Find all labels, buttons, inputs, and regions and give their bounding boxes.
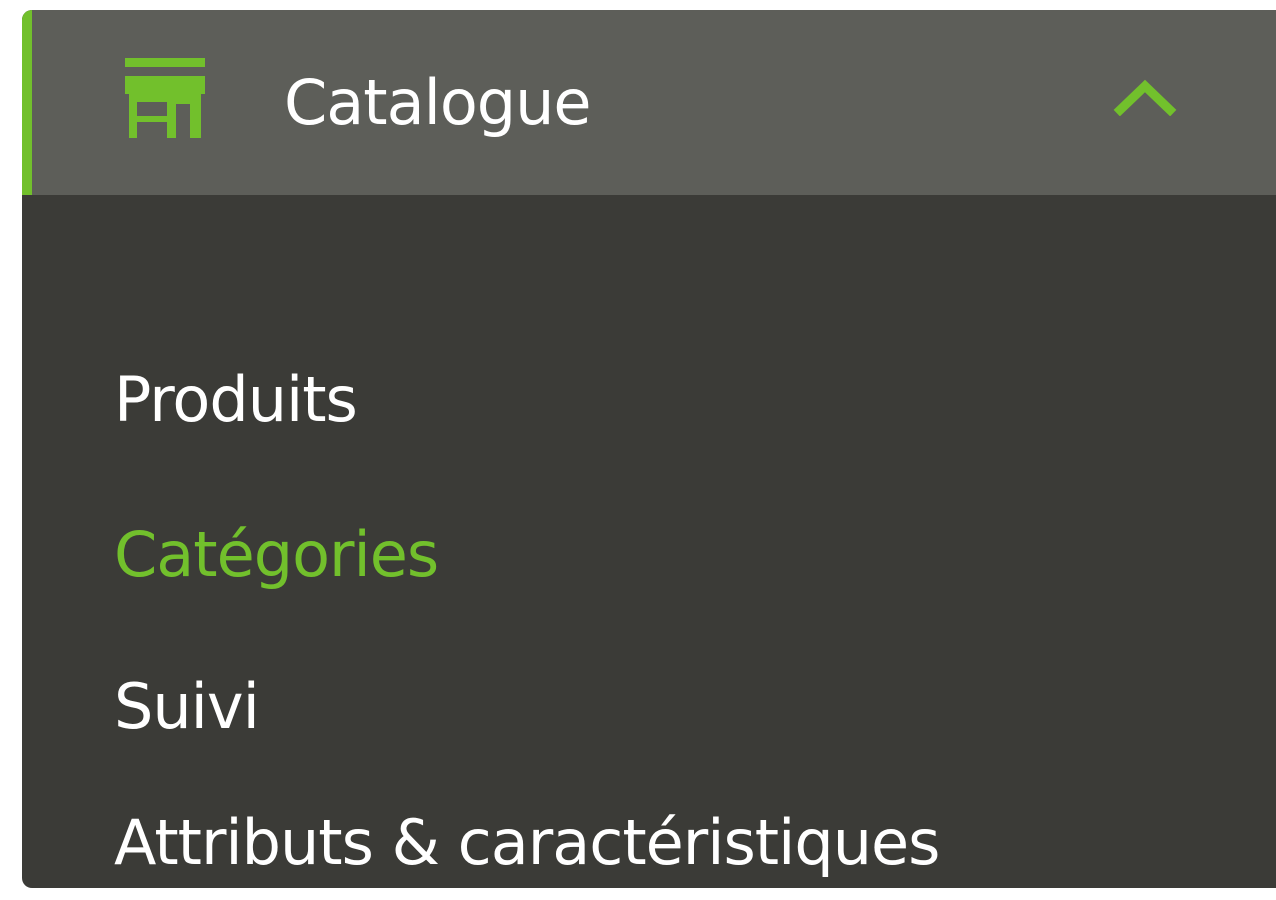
catalogue-menu-header[interactable]: Catalogue	[22, 10, 1276, 195]
store-icon	[125, 58, 205, 138]
submenu-item-suivi[interactable]: Suivi	[114, 665, 260, 749]
submenu-item-categories[interactable]: Catégories	[114, 513, 439, 597]
submenu-item-produits[interactable]: Produits	[114, 358, 358, 442]
active-accent-bar	[22, 10, 32, 195]
catalogue-submenu: Produits Catégories Suivi Attributs & ca…	[22, 195, 1276, 888]
catalogue-menu-label: Catalogue	[284, 66, 592, 139]
sidebar-menu-panel: Catalogue Produits Catégories Suivi Attr…	[22, 10, 1276, 888]
submenu-item-attributs[interactable]: Attributs & caractéristiques	[114, 801, 940, 885]
chevron-up-icon[interactable]	[1112, 76, 1178, 116]
